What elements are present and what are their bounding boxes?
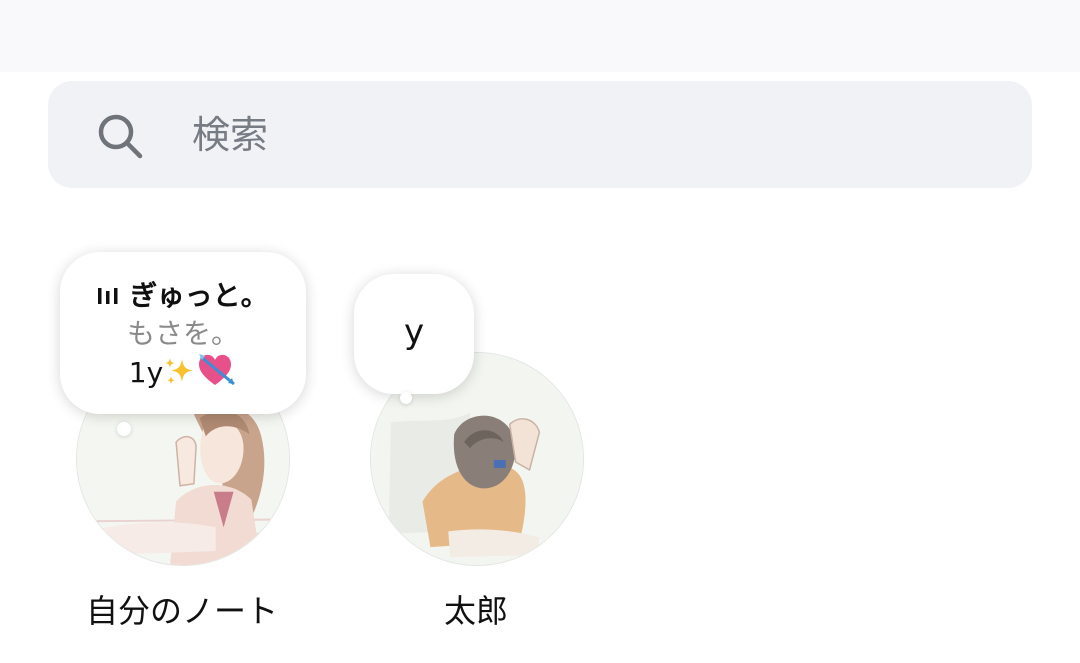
sparkles-emoji-icon xyxy=(165,358,194,385)
heart-with-arrow-emoji-icon xyxy=(199,354,236,386)
music-bars-icon xyxy=(98,288,118,304)
note-extra-prefix: 1y xyxy=(128,356,164,389)
my-note-bubble[interactable]: ぎゅっと。 もさを。 1y xyxy=(60,252,306,414)
friend-note-label: 太郎 xyxy=(443,592,508,630)
top-bar xyxy=(0,0,1080,72)
search-input[interactable] xyxy=(192,106,952,164)
music-title-row: ぎゅっと。 xyxy=(60,277,306,315)
my-note-bubble-tail xyxy=(117,422,131,436)
my-note-label: 自分のノート xyxy=(85,592,278,630)
music-artist: もさを。 xyxy=(126,317,239,350)
note-extra-text: 1y xyxy=(60,353,306,392)
friend-note-text: y xyxy=(403,312,425,352)
music-title: ぎゅっと。 xyxy=(129,279,269,312)
friend-note-bubble[interactable]: y xyxy=(354,274,474,394)
search-icon xyxy=(98,114,143,159)
friend-note-bubble-tail xyxy=(400,392,412,404)
